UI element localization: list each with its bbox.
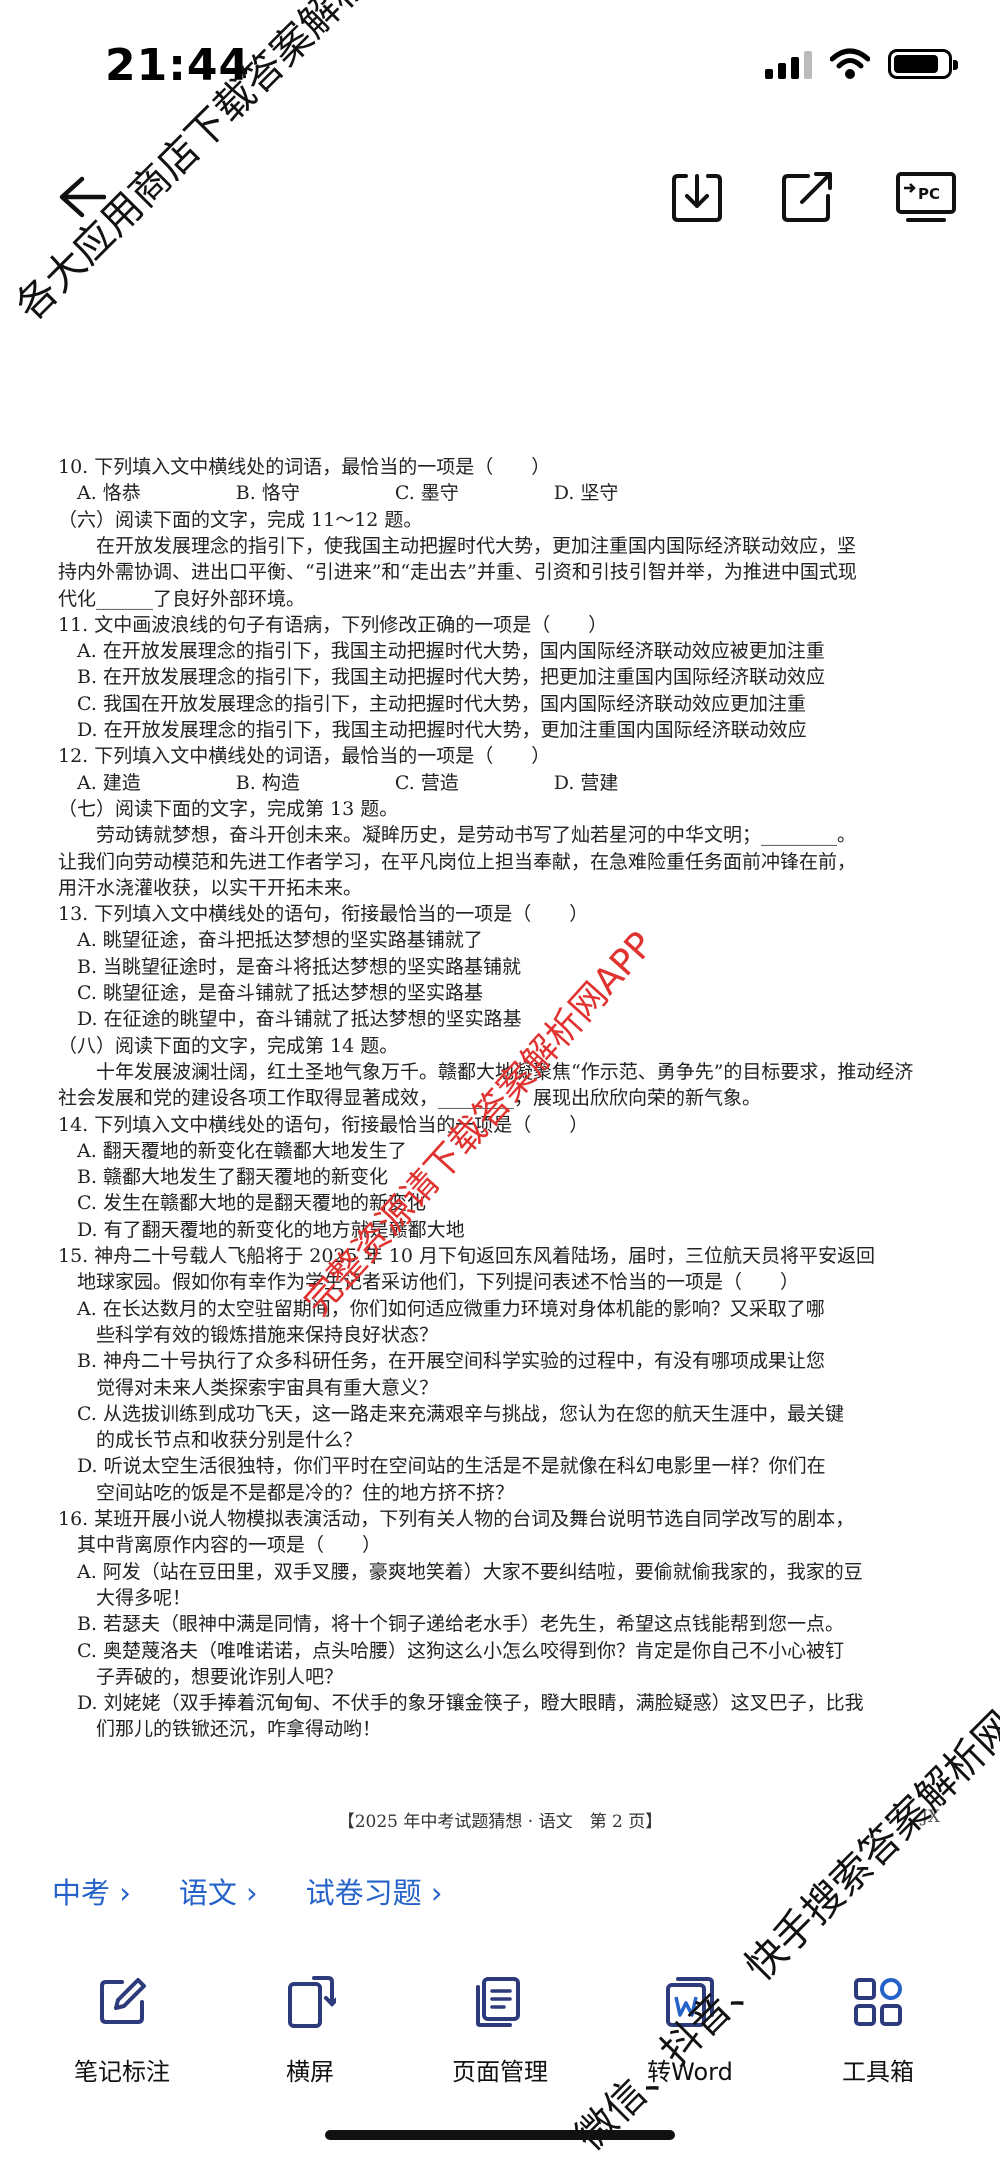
document-line: D. 在开放发展理念的指引下，我国主动把握时代大势，更加注重国内国际经济联动效应 — [58, 719, 807, 741]
document-line: （八）阅读下面的文字，完成第 14 题。 — [58, 1034, 399, 1057]
breadcrumb: 中考 › 语文 › 试卷习题 › — [52, 1870, 442, 1912]
share-icon — [782, 172, 832, 222]
document-line: 持内外需协调、进出口平衡、“引进来”和“走出去”并重、引资和引技引智并举，为推进… — [58, 561, 857, 584]
document-line: D. 刘姥姥（双手捧着沉甸甸、不伏手的象牙镶金筷子，瞪大眼睛，满脸疑惑）这叉巴子… — [58, 1692, 864, 1715]
breadcrumb-item-exercises[interactable]: 试卷习题 › — [306, 1870, 443, 1912]
document-line: A. 翻天覆地的新变化在赣鄱大地发生了 — [58, 1139, 407, 1162]
document-line: （七）阅读下面的文字，完成第 13 题。 — [58, 797, 399, 820]
bottom-toolbar: 笔记标注 横屏 页面管理 转Word 工具箱 — [0, 1970, 1000, 2130]
document-line: 用汗水浇灌收获，以实干开拓未来。 — [58, 876, 363, 899]
document-line: 让我们向劳动模范和先进工作者学习，在平凡岗位上担当奉献，在急难险重任务面前冲锋在… — [58, 850, 857, 873]
document-line: B. 神舟二十号执行了众多科研任务，在开展空间科学实验的过程中，有没有哪项成果让… — [58, 1350, 826, 1373]
cellular-signal-icon — [765, 49, 812, 79]
page-footer: 【2025 年中考试题猜想 · 语文 第 2 页】 — [337, 1812, 663, 1832]
document-page: 10. 下列填入文中横线处的词语，最恰当的一项是（ ） A. 恪恭 B. 恪守 … — [40, 455, 960, 1845]
document-line: 劳动铸就梦想，奋斗开创未来。凝眸历史，是劳动书写了灿若星河的中华文明；_____… — [58, 824, 857, 847]
download-icon — [672, 174, 722, 222]
document-line: C. 我国在开放发展理念的指引下，主动把握时代大势，国内国际经济联动效应更加注重 — [58, 692, 806, 715]
note-annotate-button[interactable]: 笔记标注 — [42, 1970, 202, 2087]
document-line: 在开放发展理念的指引下，使我国主动把握时代大势，更加注重国内国际经济联动效应，坚 — [58, 534, 857, 557]
document-line: B. 当眺望征途时，是奋斗将抵达梦想的坚实路基铺就 — [58, 955, 522, 978]
document-line: 些科学有效的锻炼措施来保持良好状态？ — [58, 1323, 439, 1346]
document-line: 10. 下列填入文中横线处的词语，最恰当的一项是（ ） — [58, 456, 551, 478]
document-line: A. 眺望征途，奋斗把抵达梦想的坚实路基铺就了 — [58, 929, 483, 952]
bottom-label-notes: 笔记标注 — [74, 2058, 170, 2086]
document-line: B. 在开放发展理念的指引下，我国主动把握时代大势，把更加注重国内国际经济联动效… — [58, 666, 826, 689]
document-line: 的成长节点和收获分别是什么？ — [58, 1429, 363, 1452]
document-line: A. 恪恭 B. 恪守 C. 墨守 D. 坚守 — [58, 482, 619, 505]
document-line: （六）阅读下面的文字，完成 11～12 题。 — [58, 508, 423, 531]
send-to-pc-button[interactable]: PC — [890, 165, 962, 229]
document-line: 大得多呢！ — [58, 1586, 192, 1609]
bottom-label-pages: 页面管理 — [452, 2058, 548, 2086]
download-button[interactable] — [665, 165, 729, 229]
wifi-icon — [830, 48, 870, 79]
breadcrumb-item-yuwen[interactable]: 语文 › — [179, 1870, 258, 1912]
document-line: 11. 文中画波浪线的句子有语病，下列修改正确的一项是（ ） — [58, 613, 608, 636]
document-line: 社会发展和党的建设各项工作取得显著成效，________，展现出欣欣向荣的新气象… — [58, 1087, 762, 1110]
document-line: 13. 下列填入文中横线处的语句，衔接最恰当的一项是（ ） — [58, 903, 589, 926]
document-line: B. 若瑟夫（眼神中满是同情，将十个铜子递给老水手）老先生，希望这点钱能帮到您一… — [58, 1613, 845, 1636]
document-line: C. 从选拔训练到成功飞天，这一路走来充满艰辛与挑战，您认为在您的航天生涯中，最… — [58, 1402, 844, 1425]
svg-text:PC: PC — [918, 185, 940, 203]
document-line: C. 眺望征途，是奋斗铺就了抵达梦想的坚实路基 — [58, 982, 483, 1004]
edit-icon — [100, 1978, 146, 2024]
rotate-icon — [288, 1976, 336, 2028]
document-line: D. 在征途的眺望中，奋斗铺就了抵达梦想的坚实路基 — [58, 1008, 522, 1031]
document-line: 地球家园。假如你有幸作为学生记者采访他们，下列提问表述不恰当的一项是（ ） — [58, 1271, 800, 1294]
document-line: 子弄破的，想要讹诈别人吧？ — [58, 1665, 344, 1688]
breadcrumb-item-zhongkao[interactable]: 中考 › — [52, 1870, 131, 1912]
battery-icon — [888, 49, 958, 79]
status-icons — [765, 48, 958, 80]
document-line: 觉得对未来人类探索宇宙具有重大意义？ — [58, 1376, 439, 1399]
document-line: 其中背离原作内容的一项是（ ） — [58, 1534, 382, 1557]
landscape-button[interactable]: 横屏 — [230, 1970, 390, 2087]
pages-icon — [476, 1977, 520, 2027]
document-line: A. 在开放发展理念的指引下，我国主动把握时代大势，国内国际经济联动效应被更加注… — [58, 640, 825, 663]
toolbox-button[interactable]: 工具箱 — [798, 1970, 958, 2087]
toolbox-icon — [854, 1978, 902, 2026]
document-line: A. 在长达数月的太空驻留期间，你们如何适应微重力环境对身体机能的影响？又采取了… — [58, 1297, 825, 1320]
document-line: D. 听说太空生活很独特，你们平时在空间站的生活是不是就像在科幻电影里一样？你们… — [58, 1455, 826, 1478]
document-line: 们那儿的铁锨还沉，咋拿得动哟！ — [58, 1718, 382, 1741]
document-line: C. 奥楚蔑洛夫（唯唯诺诺，点头哈腰）这狗这么小怎么咬得到你？肯定是你自己不小心… — [58, 1639, 844, 1662]
status-bar: 21:44 — [0, 0, 1000, 130]
document-line: A. 阿发（站在豆田里，双手叉腰，豪爽地笑着）大家不要纠结啦，要偷就偷我家的，我… — [58, 1560, 863, 1583]
document-line: 代化______了良好外部环境。 — [58, 587, 306, 610]
document-line: B. 赣鄱大地发生了翻天覆地的新变化 — [58, 1166, 389, 1189]
bottom-label-toolbox: 工具箱 — [842, 2058, 914, 2086]
document-line: 空间站吃的饭是不是都是冷的？住的地方挤不挤？ — [58, 1481, 515, 1504]
document-line: A. 建造 B. 构造 C. 营造 D. 营建 — [58, 771, 619, 794]
document-line: 12. 下列填入文中横线处的词语，最恰当的一项是（ ） — [58, 745, 551, 768]
pc-icon: PC — [896, 172, 956, 222]
document-line: 15. 神舟二十号载人飞船将于 2025 年 10 月下旬返回东风着陆场，届时，… — [58, 1245, 875, 1267]
share-button[interactable] — [775, 165, 839, 229]
document-line: 16. 某班开展小说人物模拟表演活动，下列有关人物的台词及舞台说明节选自同学改写… — [58, 1508, 855, 1530]
bottom-label-landscape: 横屏 — [286, 2058, 334, 2086]
page-manage-button[interactable]: 页面管理 — [420, 1970, 580, 2087]
